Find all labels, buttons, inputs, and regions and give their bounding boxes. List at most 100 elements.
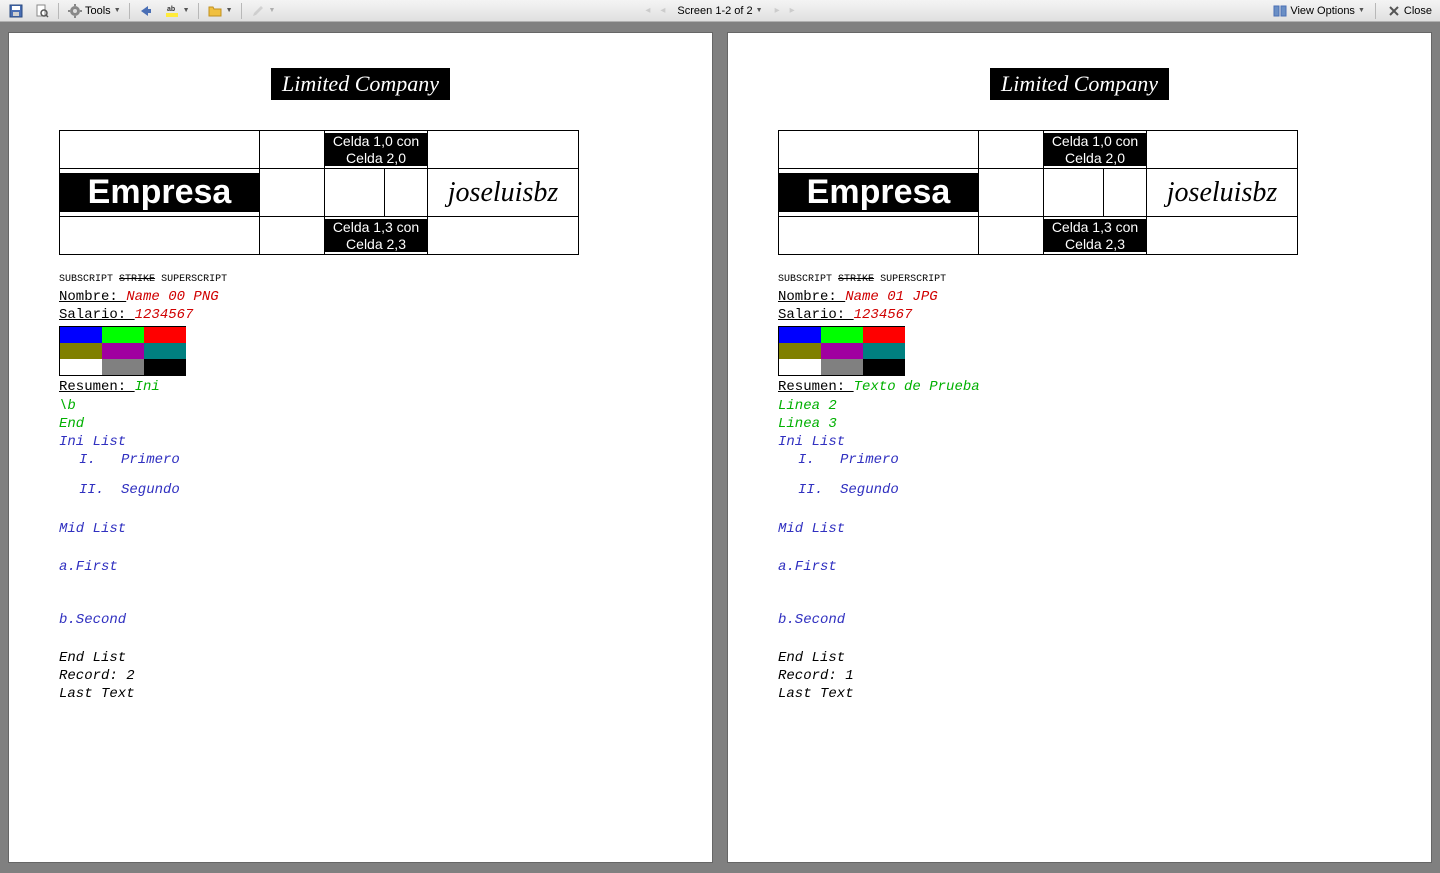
color-swatch [821,343,863,359]
subscript-label: SUBSCRIPT [778,274,832,285]
resumen-line: Linea 2 [778,397,1381,415]
color-swatch [863,343,905,359]
layout-icon [1272,3,1288,19]
list-item-segundo: II. Segundo [798,481,1381,499]
chevron-down-icon: ▼ [183,7,190,14]
resumen-line: \b [59,397,662,415]
cell-1-0: Celda 1,0 con Celda 2,0 [325,133,427,165]
color-swatch [821,327,863,343]
list-item-first: a.First [59,558,662,576]
close-button[interactable]: Close [1382,1,1436,21]
pencil-icon [250,3,266,19]
edit-button[interactable]: ▼ [246,1,280,21]
color-swatch [821,359,863,375]
nav-button-1[interactable] [134,1,158,21]
page-2: Limited Company Celda 1,0 con Celda 2,0 … [727,32,1432,863]
last-text-label: Last Text [59,685,662,703]
cell-1-3: Celda 1,3 con Celda 2,3 [325,219,427,251]
color-swatch [60,359,102,375]
resumen-first: Texto de Prueba [854,379,980,395]
screen-label: Screen 1-2 of 2 [677,5,752,17]
chevron-down-icon: ▼ [756,7,763,14]
view-options-menu[interactable]: View Options▼ [1268,1,1369,21]
page-magnify-icon [34,3,50,19]
separator [1375,3,1376,19]
nombre-label: Nombre: [778,289,845,305]
end-list-label: End List [59,649,662,667]
list-item-second: b.Second [778,611,1381,629]
tools-label: Tools [85,5,111,17]
banner-title: Limited Company [990,68,1169,100]
separator [198,3,199,19]
prev-page-button[interactable]: ◂ [658,5,667,16]
content-block: SUBSCRIPT STRIKE SUPERSCRIPT Nombre: Nam… [778,273,1381,704]
highlight-button[interactable]: ab ▼ [160,1,194,21]
color-swatch [102,327,144,343]
header-table: Celda 1,0 con Celda 2,0 Empresa joseluis… [59,130,579,255]
tools-menu[interactable]: Tools▼ [63,1,125,21]
list-item-primero: I. Primero [798,451,1381,469]
chevron-down-icon: ▼ [226,7,233,14]
page-1: Limited Company Celda 1,0 con Celda 2,0 … [8,32,713,863]
resumen-lines: Linea 2Linea 3 [778,397,1381,433]
folder-icon [207,3,223,19]
ini-list-label: Ini List [778,433,1381,451]
salario-label: Salario: [778,307,854,323]
color-swatch [779,359,821,375]
list-item-second: b.Second [59,611,662,629]
empresa-logo: Empresa [60,173,259,212]
nombre-value: Name 00 PNG [126,289,218,305]
nombre-label: Nombre: [59,289,126,305]
color-swatch [144,343,186,359]
resumen-first: Ini [135,379,160,395]
page-indicator[interactable]: Screen 1-2 of 2 ▼ [673,3,766,19]
chevron-down-icon: ▼ [114,7,121,14]
print-preview-button[interactable] [30,1,54,21]
color-swatch [779,327,821,343]
resumen-label: Resumen: [778,379,854,395]
color-swatch [779,343,821,359]
svg-text:ab: ab [167,6,175,13]
next-page-button[interactable]: ▸ [773,5,782,16]
empresa-logo: Empresa [779,173,978,212]
resumen-label: Resumen: [59,379,135,395]
subscript-label: SUBSCRIPT [59,274,113,285]
separator [241,3,242,19]
color-swatch-grid [59,326,186,376]
view-options-label: View Options [1290,5,1355,17]
chevron-down-icon: ▼ [1358,7,1365,14]
mid-list-label: Mid List [59,520,662,538]
superscript-label: SUPERSCRIPT [161,274,227,285]
script-styles-row: SUBSCRIPT STRIKE SUPERSCRIPT [778,273,1381,286]
toolbar: Tools▼ ab▼ ▼ ▼ ◂ ◂ Screen 1-2 of 2▼ ▸ ▸ … [0,0,1440,22]
banner: Limited Company [778,68,1381,100]
color-swatch [863,359,905,375]
first-page-button[interactable]: ◂ [643,5,652,16]
list-item-first: a.First [778,558,1381,576]
save-icon [8,3,24,19]
script-styles-row: SUBSCRIPT STRIKE SUPERSCRIPT [59,273,662,286]
highlight-icon: ab [164,3,180,19]
color-swatch [863,327,905,343]
folder-button[interactable]: ▼ [203,1,237,21]
salario-label: Salario: [59,307,135,323]
strike-label: STRIKE [119,274,155,285]
last-page-button[interactable]: ▸ [788,5,797,16]
cell-1-0: Celda 1,0 con Celda 2,0 [1044,133,1146,165]
chevron-down-icon: ▼ [269,7,276,14]
salario-value: 1234567 [854,307,913,323]
separator [129,3,130,19]
color-swatch [102,343,144,359]
author-name: joseluisbz [428,177,578,209]
strike-label: STRIKE [838,274,874,285]
close-icon [1386,3,1402,19]
save-button[interactable] [4,1,28,21]
resumen-line: End [59,415,662,433]
record-label: Record: 2 [59,667,662,685]
end-list-label: End List [778,649,1381,667]
list-item-segundo: II. Segundo [79,481,662,499]
cell-1-3: Celda 1,3 con Celda 2,3 [1044,219,1146,251]
color-swatch [102,359,144,375]
separator [58,3,59,19]
list-item-primero: I. Primero [79,451,662,469]
